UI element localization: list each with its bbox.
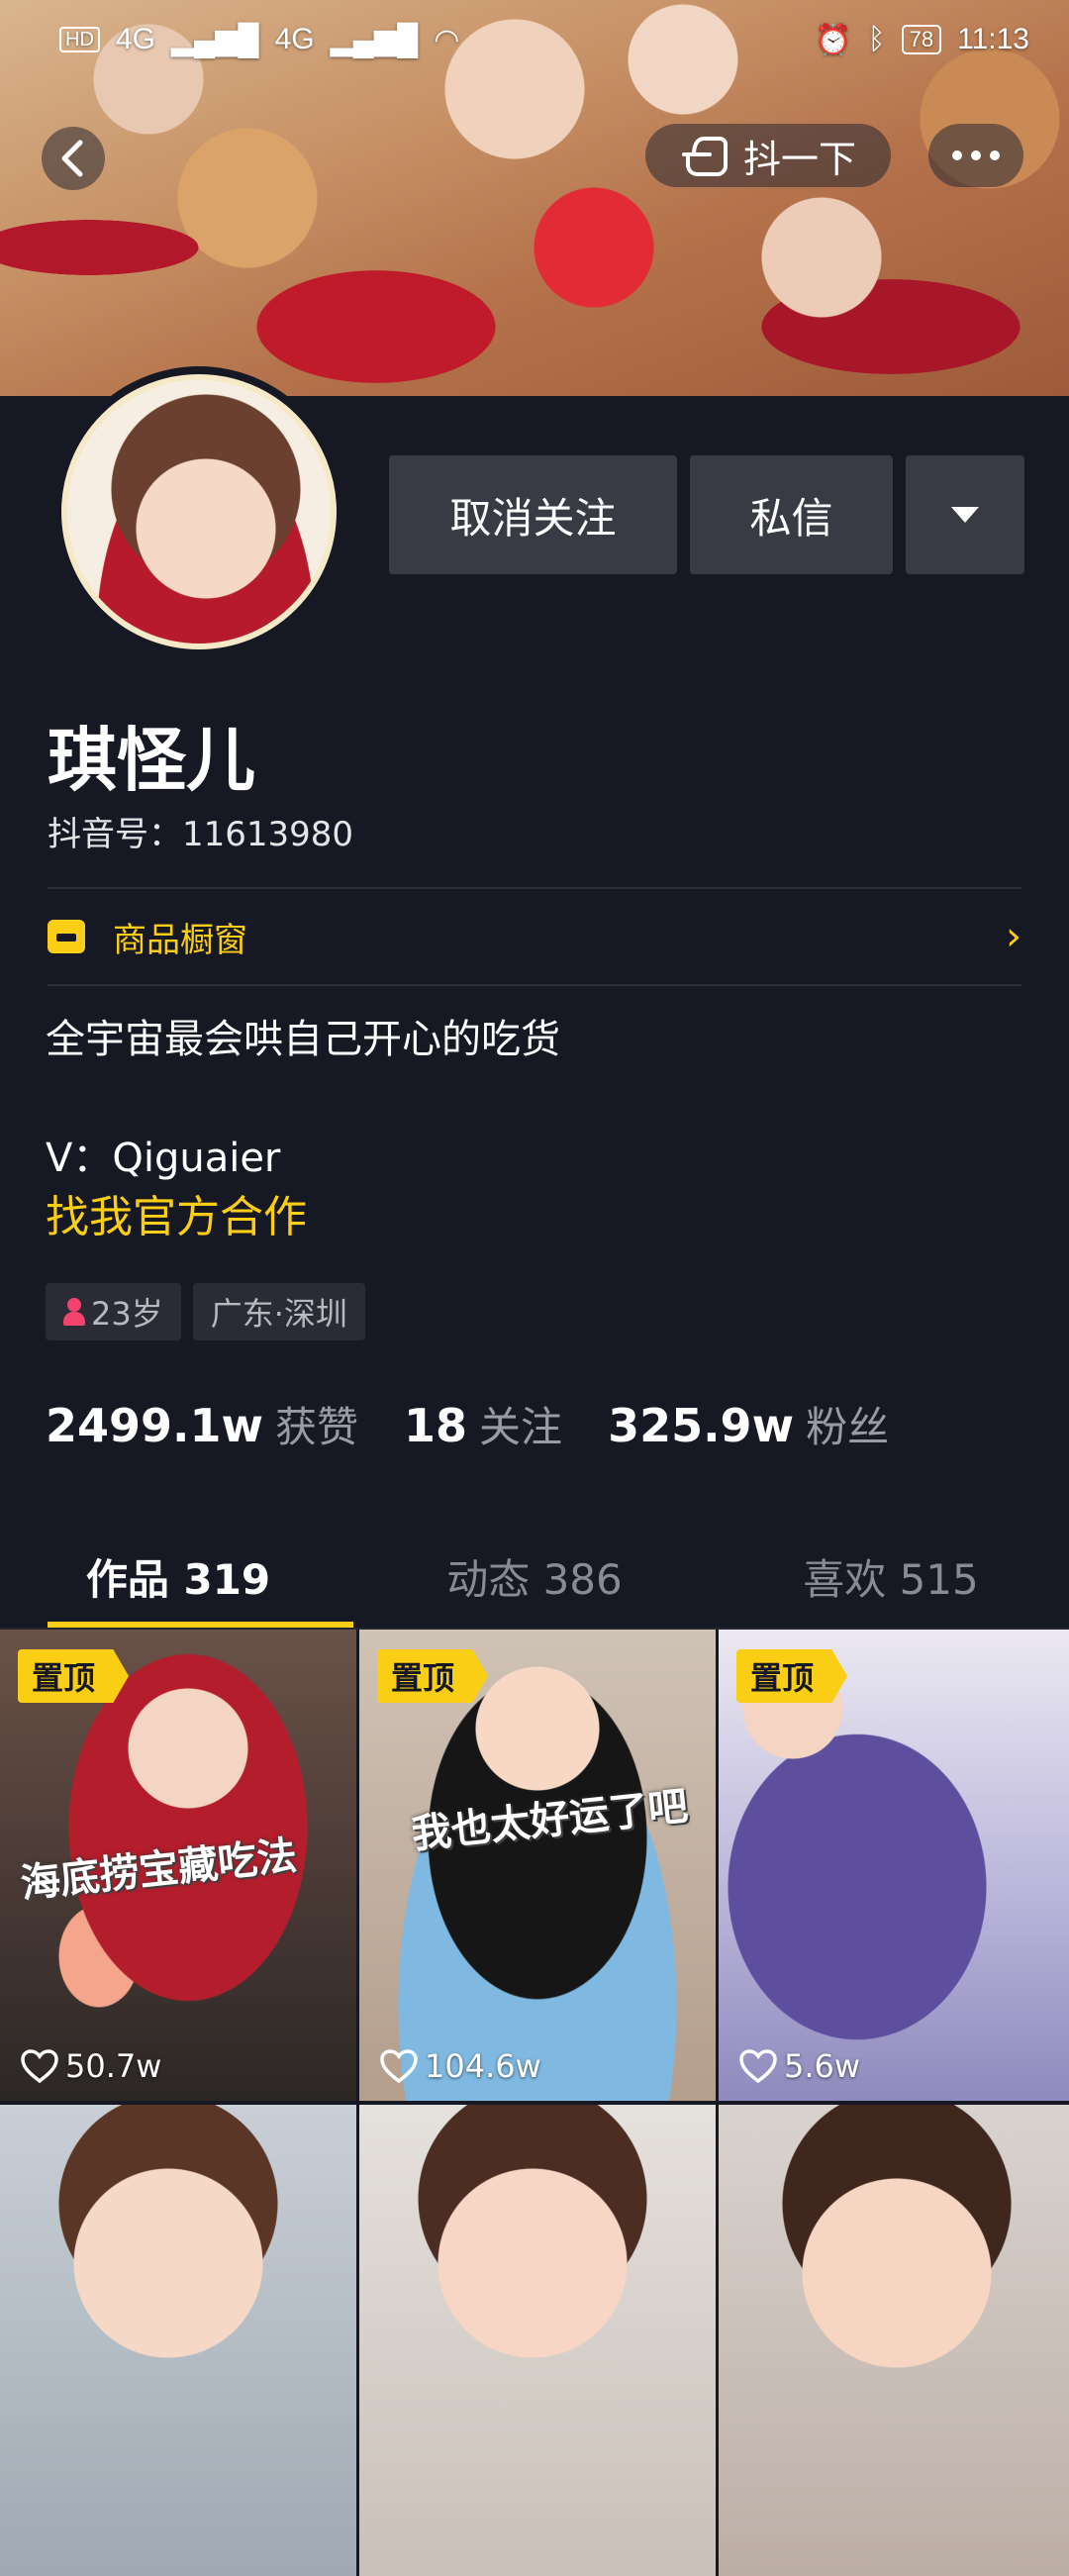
tab-dynamics[interactable]: 动态 386: [356, 1525, 713, 1628]
status-bar: HD 4G ▂▄▆█ 4G ▂▄▆█ ◠ ⏰ ᛒ 78 11:13: [0, 0, 1069, 79]
profile-tags: 23岁 广东·深圳: [46, 1283, 365, 1340]
like-count: 50.7w: [65, 2047, 162, 2085]
pinned-badge: 置顶: [377, 1649, 489, 1703]
stat-value: 18: [404, 1399, 468, 1452]
status-right: ⏰ ᛒ 78 11:13: [815, 23, 1029, 57]
video-caption: 我也太好运了吧: [409, 1783, 691, 1858]
stat-value: 2499.1w: [46, 1399, 264, 1452]
signal-bars-icon: ▂▄▆█: [330, 23, 419, 56]
avatar[interactable]: [53, 366, 344, 657]
video-grid: 置顶 海底捞宝藏吃法 50.7w 置顶 我也太好运了吧 104.6w 置顶 5.…: [0, 1630, 1069, 2576]
stat-label: 粉丝: [806, 1403, 890, 1451]
video-thumbnail[interactable]: [0, 2105, 356, 2576]
like-count: 5.6w: [784, 2047, 861, 2085]
wifi-icon: ◠: [434, 23, 460, 56]
video-likes: 50.7w: [20, 2047, 161, 2085]
stat-label: 关注: [479, 1403, 563, 1451]
video-thumbnail[interactable]: 置顶 我也太好运了吧 104.6w: [359, 1630, 716, 2101]
profile-name: 琪怪儿: [48, 720, 255, 801]
stat-label: 获赞: [275, 1403, 359, 1451]
signal-4g-1: 4G: [115, 23, 155, 55]
age-tag: 23岁: [46, 1283, 181, 1340]
more-options-button[interactable]: [928, 124, 1023, 187]
clock: 11:13: [957, 23, 1029, 55]
video-thumbnail[interactable]: 置顶 海底捞宝藏吃法 50.7w: [0, 1630, 356, 2101]
hd-indicator: HD: [59, 27, 100, 52]
bio-text: 全宇宙最会哄自己开心的吃货: [46, 1017, 560, 1062]
shop-icon: [48, 920, 85, 953]
female-icon: [63, 1298, 85, 1326]
shop-window-label: 商品橱窗: [113, 920, 247, 960]
divider: [48, 984, 1021, 986]
likes-stat[interactable]: 2499.1w 获赞: [46, 1394, 358, 1454]
signal-4g-2: 4G: [274, 23, 315, 55]
profile-tabs: 作品 319 动态 386 喜欢 515: [0, 1525, 1069, 1628]
shake-button[interactable]: 抖一下: [645, 124, 891, 187]
tab-likes[interactable]: 喜欢 515: [713, 1525, 1069, 1628]
message-button[interactable]: 私信: [690, 455, 893, 574]
heart-icon: [380, 2049, 418, 2084]
video-thumbnail[interactable]: [359, 2105, 716, 2576]
profile-stats: 2499.1w 获赞 18 关注 325.9w 粉丝: [46, 1394, 889, 1454]
back-button[interactable]: [42, 127, 105, 190]
chevron-right-icon: ›: [1006, 914, 1021, 959]
douyin-id: 抖音号：11613980: [48, 815, 354, 854]
shake-label: 抖一下: [742, 137, 856, 181]
video-likes: 104.6w: [379, 2047, 541, 2085]
age-label: 23岁: [91, 1295, 163, 1333]
signal-bars-icon: ▂▄▆█: [170, 23, 259, 56]
location-tag: 广东·深圳: [192, 1283, 365, 1340]
video-thumbnail[interactable]: [719, 2105, 1069, 2576]
video-likes: 5.6w: [738, 2047, 860, 2085]
pinned-badge: 置顶: [18, 1649, 130, 1703]
followers-stat[interactable]: 325.9w 粉丝: [608, 1394, 889, 1454]
more-dots-icon: [952, 150, 1000, 160]
chevron-left-icon: [61, 140, 83, 177]
video-thumbnail[interactable]: 置顶 5.6w: [719, 1630, 1069, 2101]
tab-works[interactable]: 作品 319: [0, 1525, 356, 1628]
status-left: HD 4G ▂▄▆█ 4G ▂▄▆█ ◠: [59, 23, 459, 57]
heart-icon: [739, 2049, 777, 2084]
stat-value: 325.9w: [608, 1399, 795, 1452]
video-caption: 海底捞宝藏吃法: [18, 1833, 300, 1908]
shop-window-link[interactable]: 商品橱窗 ›: [48, 889, 1021, 984]
location-label: 广东·深圳: [210, 1295, 347, 1333]
triangle-down-icon: [951, 507, 979, 523]
alarm-icon: ⏰: [815, 23, 852, 56]
bluetooth-icon: ᛒ: [867, 23, 886, 55]
avatar-image: [61, 374, 337, 649]
cooperation-link[interactable]: 找我官方合作: [46, 1188, 307, 1247]
battery-indicator: 78: [901, 25, 942, 54]
pinned-badge: 置顶: [736, 1649, 848, 1703]
pointing-hand-icon: [681, 137, 728, 176]
unfollow-button[interactable]: 取消关注: [389, 455, 677, 574]
following-stat[interactable]: 18 关注: [404, 1394, 562, 1454]
like-count: 104.6w: [425, 2047, 541, 2085]
recommend-dropdown-button[interactable]: [906, 455, 1024, 574]
wechat-id: V：Qiguaier: [46, 1136, 281, 1181]
heart-icon: [21, 2049, 58, 2084]
